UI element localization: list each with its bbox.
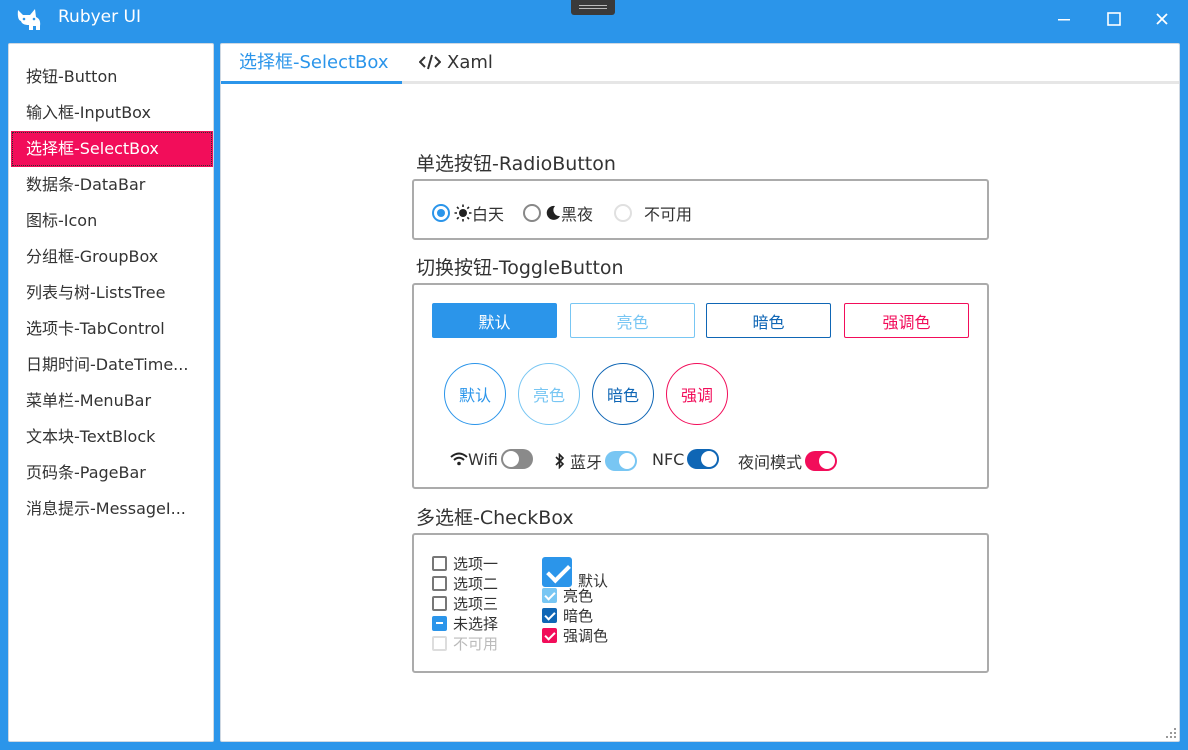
checkbox-label: 未选择 — [453, 614, 499, 633]
checkbox-box — [542, 607, 557, 623]
toggle-switch — [501, 449, 533, 469]
circle-accent-button[interactable]: 强调 — [666, 363, 728, 425]
minimize-button[interactable] — [1040, 0, 1088, 38]
sidebar-item-groupbox[interactable]: 分组框-GroupBox — [11, 239, 213, 275]
sidebar-item-tabcontrol[interactable]: 选项卡-TabControl — [11, 311, 213, 347]
checkbox-box — [432, 635, 447, 651]
checkbox-box — [542, 627, 557, 643]
checkbox-option-2[interactable]: 选项二 — [432, 573, 498, 593]
sidebar-item-liststree[interactable]: 列表与树-ListsTree — [11, 275, 213, 311]
checkbox-label: 不可用 — [453, 634, 499, 653]
drag-handle[interactable] — [571, 0, 615, 15]
app-title: Rubyer UI — [58, 7, 141, 27]
checkbox-label: 选项三 — [453, 594, 499, 613]
checkbox-label: 亮色 — [563, 586, 594, 605]
tab-xaml-label: Xaml — [447, 52, 493, 73]
checkbox-label: 选项一 — [453, 554, 499, 573]
switch-wifi-label: Wifi — [468, 449, 498, 469]
toggle-switch — [687, 449, 720, 469]
radio-night-label: 黑夜 — [561, 205, 594, 224]
maximize-button[interactable] — [1090, 0, 1138, 38]
cat-logo-icon — [17, 9, 41, 30]
checkbox-box — [432, 595, 447, 611]
maximize-icon — [1107, 12, 1121, 26]
sidebar-item-button[interactable]: 按钮-Button — [11, 59, 213, 95]
checkbox-box — [542, 587, 557, 603]
checkbox-indeterminate[interactable]: 未选择 — [432, 613, 498, 633]
checkbox-option-1[interactable]: 选项一 — [432, 553, 498, 573]
checkbox-dark[interactable]: 暗色 — [542, 605, 593, 625]
tab-xaml[interactable]: Xaml — [418, 44, 493, 84]
sidebar-nav: 按钮-Button 输入框-InputBox 选择框-SelectBox 数据条… — [8, 43, 214, 742]
title-bar: Rubyer UI — [0, 0, 1188, 38]
sidebar-item-pagebar[interactable]: 页码条-PageBar — [11, 455, 213, 491]
sidebar-item-icon[interactable]: 图标-Icon — [11, 203, 213, 239]
toggle-default-button[interactable]: 默认 — [432, 303, 557, 338]
checkbox-box — [432, 555, 447, 571]
switch-bluetooth-label: 蓝牙 — [570, 453, 603, 472]
circle-dark-button[interactable]: 暗色 — [592, 363, 654, 425]
content-panel: 选择框-SelectBox Xaml 单选按钮-RadioButton 白天 黑 — [220, 43, 1180, 742]
checkbox-default-large[interactable]: 默认 — [542, 553, 608, 590]
radio-circle — [614, 204, 632, 222]
switch-nfc[interactable]: NFC — [652, 449, 720, 469]
wifi-icon — [450, 452, 468, 466]
sidebar-item-inputbox[interactable]: 输入框-InputBox — [11, 95, 213, 131]
switch-wifi[interactable]: Wifi — [450, 449, 533, 469]
checkbox-accent[interactable]: 强调色 — [542, 625, 608, 645]
code-icon — [418, 54, 442, 70]
checkbox-option-3[interactable]: 选项三 — [432, 593, 498, 613]
toggle-switch — [805, 451, 838, 471]
radio-disabled-label: 不可用 — [644, 205, 693, 224]
checkbox-label: 强调色 — [563, 626, 609, 645]
radio-night[interactable]: 黑夜 — [523, 201, 593, 225]
checkbox-light[interactable]: 亮色 — [542, 585, 593, 605]
checkbox-section-title: 多选框-CheckBox — [416, 507, 574, 529]
checkbox-label: 选项二 — [453, 574, 499, 593]
switch-bluetooth[interactable]: 蓝牙 — [554, 449, 638, 473]
radio-circle — [432, 204, 450, 222]
toggle-light-button[interactable]: 亮色 — [570, 303, 695, 338]
switch-nfc-label: NFC — [652, 449, 685, 469]
sun-icon — [454, 204, 472, 222]
sidebar-item-databar[interactable]: 数据条-DataBar — [11, 167, 213, 203]
close-icon — [1156, 13, 1168, 25]
checkbox-box — [432, 615, 447, 631]
circle-default-button[interactable]: 默认 — [444, 363, 506, 425]
minimize-icon — [1058, 19, 1070, 21]
sidebar-item-menubar[interactable]: 菜单栏-MenuBar — [11, 383, 213, 419]
toggle-accent-button[interactable]: 强调色 — [844, 303, 969, 338]
tab-strip: 选择框-SelectBox Xaml — [221, 44, 1179, 84]
toggle-dark-button[interactable]: 暗色 — [706, 303, 831, 338]
close-button[interactable] — [1138, 0, 1186, 38]
toggle-switch — [605, 451, 638, 471]
radio-section-title: 单选按钮-RadioButton — [416, 153, 616, 175]
radio-circle — [523, 204, 541, 222]
toggle-section-title: 切换按钮-ToggleButton — [416, 257, 624, 279]
tab-selectbox[interactable]: 选择框-SelectBox — [221, 44, 402, 84]
sidebar-item-message[interactable]: 消息提示-MessageI... — [11, 491, 213, 527]
switch-night-mode[interactable]: 夜间模式 — [738, 449, 838, 473]
radio-day[interactable]: 白天 — [432, 201, 504, 225]
circle-light-button[interactable]: 亮色 — [518, 363, 580, 425]
checkbox-box — [542, 557, 572, 587]
radio-group: 白天 黑夜 不可用 — [412, 179, 989, 240]
toggle-group: 默认 亮色 暗色 强调色 默认 亮色 暗色 强调 Wifi 蓝牙 NFC 夜间模… — [412, 283, 989, 489]
radio-day-label: 白天 — [472, 205, 505, 224]
sidebar-item-datetime[interactable]: 日期时间-DateTime... — [11, 347, 213, 383]
checkbox-group: 选项一 选项二 选项三 未选择 不可用 默认 亮色 暗色 强调色 — [412, 533, 989, 673]
moon-icon — [546, 205, 560, 220]
sidebar-item-selectbox[interactable]: 选择框-SelectBox — [11, 131, 213, 167]
radio-disabled: 不可用 — [614, 201, 692, 225]
resize-grip-icon[interactable] — [1165, 727, 1177, 739]
sidebar-item-textblock[interactable]: 文本块-TextBlock — [11, 419, 213, 455]
switch-night-mode-label: 夜间模式 — [738, 453, 803, 472]
bluetooth-icon — [555, 453, 565, 469]
checkbox-label: 暗色 — [563, 606, 594, 625]
checkbox-disabled: 不可用 — [432, 633, 498, 653]
checkbox-box — [432, 575, 447, 591]
